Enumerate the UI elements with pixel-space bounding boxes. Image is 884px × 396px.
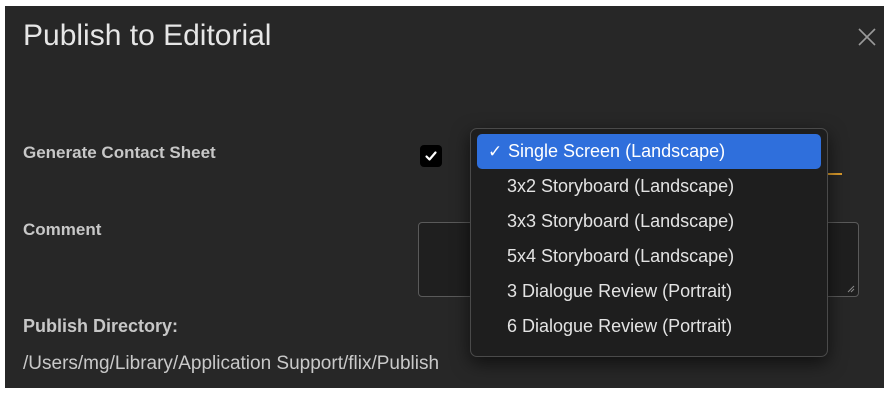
menu-item-label: 5x4 Storyboard (Landscape) bbox=[507, 246, 735, 266]
select-accent-underline bbox=[827, 173, 842, 175]
checkmark-icon bbox=[425, 151, 437, 161]
menu-item-label: 3x2 Storyboard (Landscape) bbox=[507, 176, 735, 196]
comment-label: Comment bbox=[23, 220, 102, 239]
menu-item-single-screen[interactable]: ✓ Single Screen (Landscape) bbox=[477, 134, 821, 169]
menu-item-label: 3x3 Storyboard (Landscape) bbox=[507, 211, 735, 231]
publish-dialog: Publish to Editorial Generate Contact Sh… bbox=[5, 6, 884, 388]
menu-item-6-dialogue-review[interactable]: 6 Dialogue Review (Portrait) bbox=[477, 309, 821, 344]
menu-item-3x2-storyboard[interactable]: 3x2 Storyboard (Landscape) bbox=[477, 169, 821, 204]
close-icon bbox=[858, 28, 876, 46]
menu-item-3-dialogue-review[interactable]: 3 Dialogue Review (Portrait) bbox=[477, 274, 821, 309]
menu-item-label: 3 Dialogue Review (Portrait) bbox=[507, 281, 733, 301]
menu-item-label: Single Screen (Landscape) bbox=[508, 141, 726, 161]
dialog-title: Publish to Editorial bbox=[23, 19, 272, 52]
menu-item-3x3-storyboard[interactable]: 3x3 Storyboard (Landscape) bbox=[477, 204, 821, 239]
publish-directory-path: /Users/mg/Library/Application Support/fl… bbox=[23, 353, 440, 374]
menu-item-label: 6 Dialogue Review (Portrait) bbox=[507, 316, 733, 336]
publish-directory-label: Publish Directory: bbox=[23, 316, 179, 336]
menu-item-5x4-storyboard[interactable]: 5x4 Storyboard (Landscape) bbox=[477, 239, 821, 274]
resize-grip-icon[interactable] bbox=[847, 285, 855, 293]
contact-sheet-checkbox[interactable] bbox=[420, 145, 442, 167]
contact-sheet-layout-menu: ✓ Single Screen (Landscape) 3x2 Storyboar… bbox=[470, 128, 828, 357]
checkmark-icon: ✓ bbox=[488, 142, 503, 161]
contact-sheet-label: Generate Contact Sheet bbox=[23, 143, 216, 162]
close-button[interactable] bbox=[856, 26, 878, 48]
